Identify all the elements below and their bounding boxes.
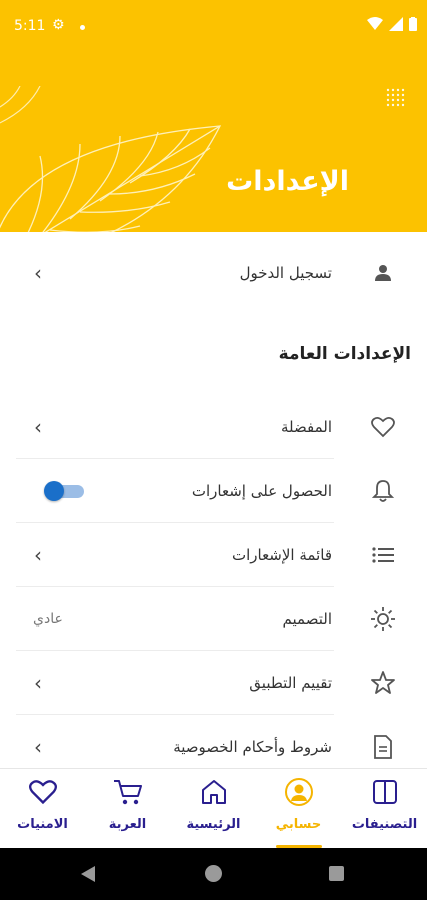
nav-account[interactable]: حسابي	[256, 769, 341, 849]
document-icon	[370, 734, 396, 760]
nav-account-label: حسابي	[275, 817, 322, 832]
notifications-label: الحصول على إشعارات	[191, 482, 332, 500]
status-bar: 5:11 ⚙	[0, 0, 427, 56]
login-row[interactable]: تسجيل الدخول ‹	[16, 241, 410, 305]
notifications-list-label: قائمة الإشعارات	[231, 546, 332, 564]
login-label: تسجيل الدخول	[239, 264, 332, 282]
battery-icon	[409, 17, 417, 31]
back-icon[interactable]	[80, 865, 96, 883]
favorites-row[interactable]: المفضلة ‹	[16, 395, 410, 459]
star-icon	[370, 670, 396, 696]
nav-categories[interactable]: التصنيفات	[342, 769, 427, 849]
categories-icon	[370, 777, 400, 807]
notification-dot-icon	[80, 25, 85, 30]
cart-icon	[113, 777, 143, 807]
chevron-left-icon: ‹	[34, 261, 42, 285]
leaf-illustration	[0, 86, 222, 232]
settings-header: الإعدادات	[0, 56, 427, 232]
page-title: الإعدادات	[226, 166, 349, 197]
general-settings-title: الإعدادات العامة	[278, 344, 411, 364]
system-nav-bar	[0, 848, 427, 900]
rate-app-label: تقييم التطبيق	[249, 674, 332, 692]
nav-cart[interactable]: العربة	[85, 769, 170, 849]
heart-icon	[370, 414, 396, 440]
settings-status-icon: ⚙	[52, 17, 65, 33]
chevron-left-icon: ‹	[34, 735, 42, 759]
list-icon	[370, 542, 396, 568]
nav-wishlist-label: الامنيات	[17, 817, 68, 832]
chevron-left-icon: ‹	[34, 671, 42, 695]
rate-app-row[interactable]: تقييم التطبيق ‹	[16, 651, 410, 715]
terms-label: شروط وأحكام الخصوصية	[173, 738, 332, 756]
theme-value: عادي	[33, 611, 63, 627]
notifications-list-row[interactable]: قائمة الإشعارات ‹	[16, 523, 410, 587]
nav-categories-label: التصنيفات	[351, 817, 418, 832]
nav-wishlist[interactable]: الامنيات	[0, 769, 85, 849]
status-time: 5:11	[14, 18, 46, 34]
sun-icon	[370, 606, 396, 632]
nav-home[interactable]: الرئيسية	[171, 769, 256, 849]
chevron-left-icon: ‹	[34, 543, 42, 567]
bell-icon	[370, 478, 396, 504]
dots-pattern-icon	[386, 88, 405, 107]
heart-icon	[28, 777, 58, 807]
recents-icon[interactable]	[329, 866, 344, 881]
status-icons	[367, 17, 417, 31]
theme-row[interactable]: التصميم عادي	[16, 587, 410, 651]
notifications-toggle[interactable]	[44, 481, 84, 501]
notifications-row: الحصول على إشعارات	[16, 459, 410, 523]
bottom-nav: الامنيات العربة الرئيسية حسابي التصنيفات	[0, 768, 427, 848]
account-icon	[284, 777, 314, 807]
toggle-knob	[44, 481, 64, 501]
home-icon	[199, 777, 229, 807]
home-circle-icon[interactable]	[205, 865, 222, 882]
signal-icon	[389, 17, 403, 31]
chevron-left-icon: ‹	[34, 415, 42, 439]
nav-cart-label: العربة	[108, 817, 147, 832]
person-icon	[370, 260, 396, 286]
nav-home-label: الرئيسية	[186, 817, 241, 832]
favorites-label: المفضلة	[280, 418, 332, 436]
theme-label: التصميم	[282, 610, 332, 628]
wifi-icon	[367, 17, 383, 30]
